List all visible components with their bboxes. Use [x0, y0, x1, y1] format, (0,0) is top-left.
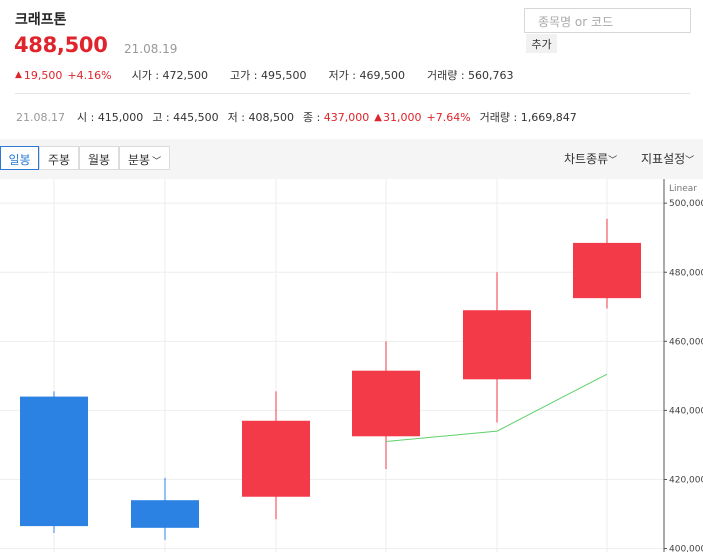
change-row: ▲ 19,500 +4.16% 시가 : 472,500 고가 : 495,50… [15, 67, 514, 83]
prev-volume: 거래량 : 1,669,847 [479, 111, 577, 124]
tab-daily[interactable]: 일봉 [0, 146, 39, 170]
prev-high: 고 : 445,500 [152, 111, 219, 124]
prev-close: 종 : 437,000 [302, 111, 370, 124]
tab-minute-label: 분봉 [128, 153, 151, 167]
stat-low: 저가 : 469,500 [328, 69, 405, 82]
stock-name: 크래프톤 [15, 12, 67, 28]
chart-type-label: 차트종류 [564, 152, 609, 166]
stat-high: 고가 : 495,500 [230, 69, 307, 82]
up-triangle-icon: ▲ [15, 70, 22, 80]
up-triangle-icon: ▲ [374, 111, 382, 123]
price-change: 19,500 [23, 68, 63, 82]
price-date: 21.08.19 [124, 42, 178, 56]
candle-body [352, 370, 420, 437]
price-change-pct: +4.16% [67, 68, 112, 82]
stat-open: 시가 : 472,500 [131, 69, 209, 82]
chevron-down-icon: ﹀ [152, 157, 162, 167]
candle-body [242, 420, 310, 497]
candle-body [573, 242, 641, 299]
y-tick-label: 500,000 [669, 199, 703, 209]
y-tick-label: 440,000 [669, 406, 703, 416]
axis-scale-label: Linear [669, 184, 697, 194]
chart-toolbar: 일봉 주봉 월봉 분봉 ﹀ 차트종류﹀ 지표설정﹀ [0, 139, 703, 179]
prev-change: 31,000 [383, 110, 422, 124]
candle-body [131, 500, 199, 528]
indicator-label: 지표설정 [641, 152, 686, 166]
prev-change-pct: +7.64% [426, 110, 471, 124]
add-button[interactable]: 추가 [526, 34, 557, 53]
y-tick-label: 400,000 [669, 545, 703, 552]
stock-header: 크래프톤 488,500 21.08.19 ▲ 19,500 +4.16% 시가… [0, 0, 703, 92]
candle-body [20, 396, 88, 527]
prev-low: 저 : 408,500 [227, 111, 294, 124]
search-input[interactable]: 종목명 or 코드 [524, 8, 691, 33]
candle-body [463, 310, 531, 380]
tab-monthly[interactable]: 월봉 [79, 146, 119, 170]
stat-volume: 거래량 : 560,763 [426, 69, 514, 82]
divider [15, 93, 690, 94]
chevron-down-icon: ﹀ [685, 156, 695, 166]
candlestick-chart[interactable]: Linear 400,000 420,000 440,000 460,000 480,00… [0, 179, 703, 552]
prev-date: 21.08.17 [16, 110, 65, 124]
chart-type-dropdown[interactable]: 차트종류﹀ [564, 150, 617, 167]
indicator-dropdown[interactable]: 지표설정﹀ [641, 150, 694, 167]
tab-minute[interactable]: 분봉 ﹀ [119, 146, 170, 170]
y-tick-label: 480,000 [669, 268, 703, 278]
tab-weekly[interactable]: 주봉 [39, 146, 79, 170]
prev-open: 시 : 415,000 [76, 111, 144, 124]
chevron-down-icon: ﹀ [608, 156, 618, 166]
price-chart[interactable]: Linear 400,000 420,000 440,000 460,000 480,00… [0, 179, 703, 552]
y-tick-label: 420,000 [669, 475, 703, 485]
current-price: 488,500 [14, 33, 108, 57]
y-tick-label: 460,000 [669, 337, 703, 347]
previous-day-summary: 21.08.17 시 : 415,000 고 : 445,500 저 : 408… [16, 109, 577, 125]
